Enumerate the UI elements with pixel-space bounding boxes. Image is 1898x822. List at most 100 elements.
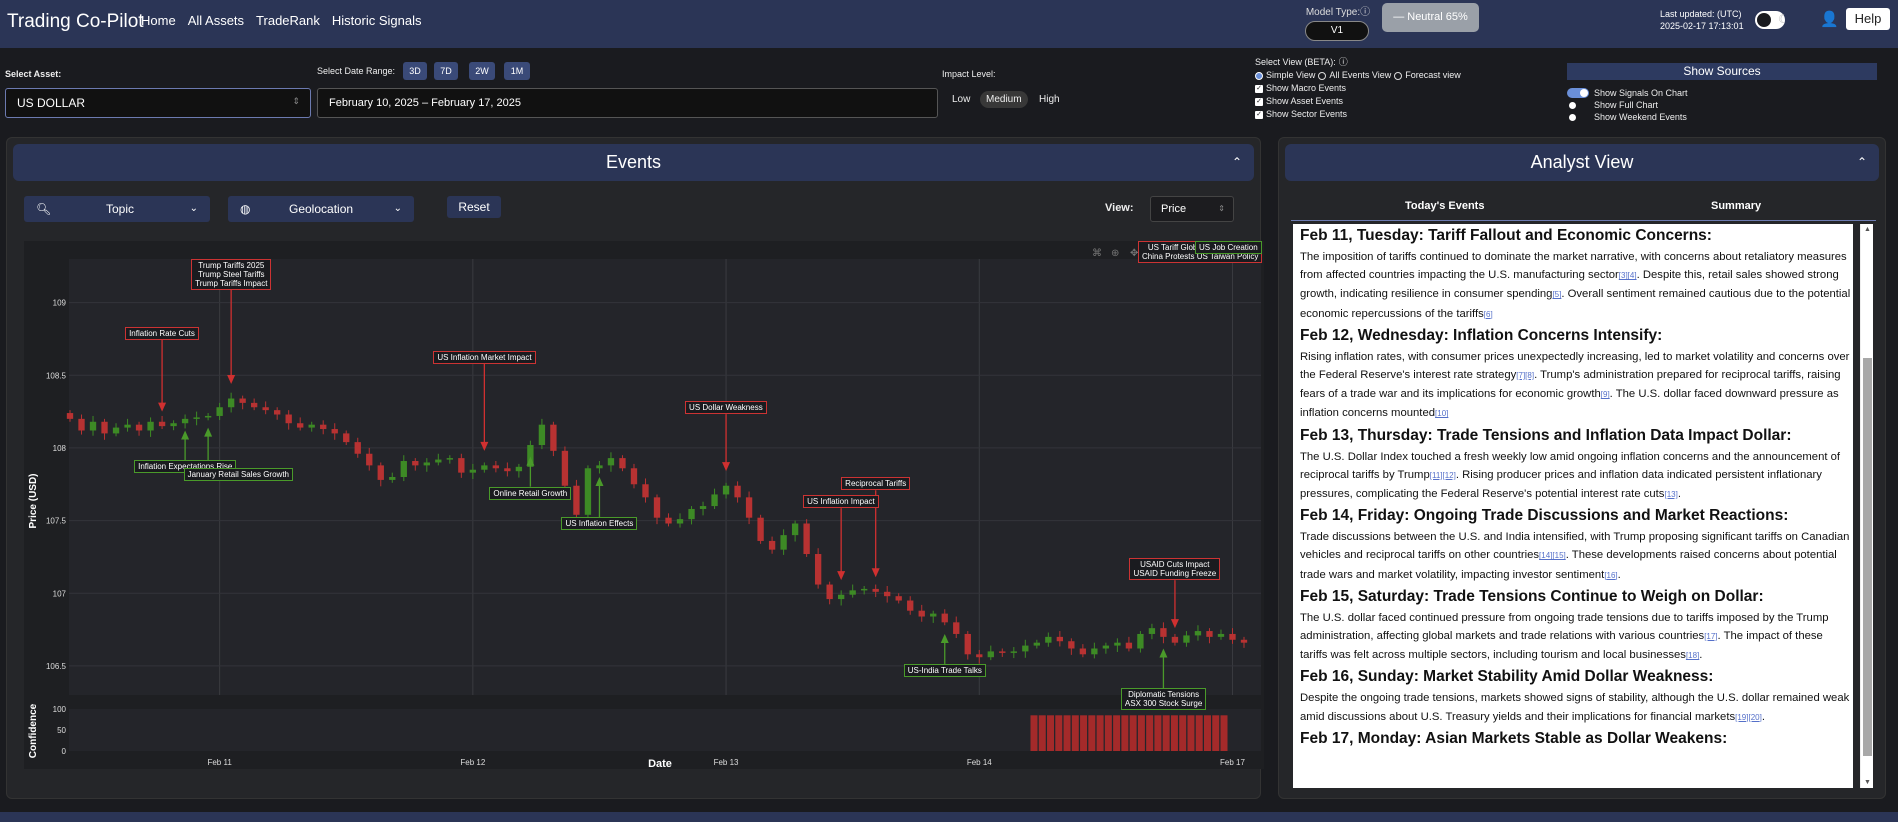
y-tick-label: 108.5 bbox=[46, 371, 67, 380]
scroll-up-icon[interactable]: ▲ bbox=[1864, 226, 1871, 233]
topic-filter[interactable]: 🔍︎ Topic ⌄ bbox=[24, 196, 210, 222]
citation-link[interactable]: [16] bbox=[1604, 571, 1617, 580]
reset-button[interactable]: Reset bbox=[447, 196, 501, 218]
user-icon[interactable]: 👤 bbox=[1820, 10, 1839, 30]
geolocation-filter[interactable]: ◍ Geolocation ⌄ bbox=[228, 196, 414, 222]
price-chart[interactable]: Feb 11 Feb 12 Feb 13 Feb 14 Feb 17 2025 109 108… bbox=[24, 241, 1264, 769]
macro-events-checkbox[interactable]: ✓ bbox=[1255, 84, 1263, 93]
scroll-down-icon[interactable]: ▼ bbox=[1864, 779, 1871, 786]
asset-select[interactable]: US DOLLAR ⇕ bbox=[5, 88, 311, 118]
summary-content[interactable]: Feb 11, Tuesday: Tariff Fallout and Econ… bbox=[1293, 224, 1853, 788]
range-1m-button[interactable]: 1M bbox=[504, 62, 530, 80]
signal-label-line: US Inflation Market Impact bbox=[437, 352, 532, 362]
bearish-signal-label[interactable]: Inflation Rate Cuts bbox=[125, 326, 199, 340]
confidence-bar bbox=[1063, 715, 1071, 751]
candle-body bbox=[1079, 648, 1087, 655]
help-button[interactable]: Help bbox=[1846, 8, 1890, 30]
summary-scrollbar[interactable]: ▲ ▼ bbox=[1860, 224, 1873, 788]
bullish-signal-label[interactable]: January Retail Sales Growth bbox=[183, 467, 293, 481]
confidence-bar bbox=[1129, 715, 1137, 751]
tab-underline bbox=[1291, 220, 1876, 221]
citation-link[interactable]: [6] bbox=[1484, 310, 1493, 319]
all-events-view-radio[interactable] bbox=[1318, 71, 1327, 80]
nav-home[interactable]: Home bbox=[141, 13, 176, 28]
nav-all-assets[interactable]: All Assets bbox=[188, 13, 244, 28]
candle-body bbox=[1022, 645, 1029, 652]
signal-label-line: US Inflation Effects bbox=[565, 519, 634, 528]
bearish-signal-label[interactable]: US Dollar Weakness bbox=[685, 401, 767, 415]
confidence-bar bbox=[1121, 715, 1129, 751]
chevron-up-icon[interactable]: ⌃ bbox=[1857, 144, 1867, 181]
bearish-signal-label[interactable]: US Inflation Impact bbox=[803, 495, 879, 509]
model-select[interactable]: V1 bbox=[1305, 21, 1369, 41]
confidence-bar bbox=[1162, 715, 1170, 751]
chevron-up-icon[interactable]: ⌃ bbox=[1232, 144, 1242, 181]
summary-paragraph: Rising inflation rates, with consumer pr… bbox=[1300, 348, 1852, 424]
candle-body bbox=[987, 651, 994, 658]
bullish-signal-label[interactable]: Online Retail Growth bbox=[489, 486, 572, 500]
citation-link[interactable]: [5] bbox=[1552, 290, 1561, 299]
weekend-events-toggle[interactable] bbox=[1569, 113, 1576, 121]
bullish-signal-label[interactable]: US Job Creation bbox=[1195, 241, 1262, 254]
tab-summary[interactable]: Summary bbox=[1711, 200, 1761, 212]
range-3d-button[interactable]: 3D bbox=[403, 62, 427, 80]
summary-heading: Feb 15, Saturday: Trade Tensions Continu… bbox=[1300, 587, 1764, 605]
sector-events-checkbox[interactable]: ✓ bbox=[1255, 110, 1263, 119]
simple-view-radio[interactable] bbox=[1255, 71, 1263, 80]
citation-link[interactable]: [10] bbox=[1435, 409, 1448, 418]
candle-body bbox=[976, 654, 983, 658]
citation-link[interactable]: [19][20] bbox=[1735, 713, 1762, 722]
citation-link[interactable]: [9] bbox=[1601, 390, 1610, 399]
candle-body bbox=[1125, 642, 1133, 649]
chart-view-select[interactable]: Price ⇕ bbox=[1150, 196, 1234, 222]
asset-events-checkbox[interactable]: ✓ bbox=[1255, 97, 1263, 106]
signal-label-line: ASX 300 Stock Surge bbox=[1124, 699, 1203, 709]
scrollbar-thumb[interactable] bbox=[1863, 358, 1872, 756]
citation-link[interactable]: [3][4] bbox=[1619, 271, 1637, 280]
candle-body bbox=[343, 433, 350, 443]
citation-link[interactable]: [7][8] bbox=[1516, 371, 1534, 380]
citation-link[interactable]: [11][12] bbox=[1430, 471, 1456, 480]
bearish-signal-label[interactable]: USAID Cuts Impact USAID Funding Freeze bbox=[1129, 558, 1221, 581]
impact-low[interactable]: Low bbox=[952, 94, 970, 105]
impact-medium[interactable]: Medium bbox=[980, 91, 1028, 108]
citation-link[interactable]: [13] bbox=[1664, 490, 1677, 499]
signals-on-chart-toggle[interactable] bbox=[1567, 88, 1589, 98]
events-header[interactable]: Events ⌃ bbox=[13, 144, 1254, 181]
nav-historic-signals[interactable]: Historic Signals bbox=[332, 13, 422, 28]
show-sources-button[interactable]: Show Sources bbox=[1567, 63, 1877, 80]
nav-traderank[interactable]: TradeRank bbox=[256, 13, 320, 28]
bearish-signal-label[interactable]: Trump Tariffs 2025 Trump Steel Tariffs Tru… bbox=[191, 259, 272, 290]
bullish-signal-label[interactable]: US Inflation Effects bbox=[561, 517, 638, 530]
range-2w-button[interactable]: 2W bbox=[469, 62, 495, 80]
candle-body bbox=[1033, 642, 1040, 646]
bearish-signal-label[interactable]: Reciprocal Tariffs bbox=[841, 477, 911, 491]
bullish-signal-label[interactable]: Diplomatic Tensions ASX 300 Stock Surge bbox=[1120, 688, 1207, 711]
forecast-view-radio[interactable] bbox=[1394, 71, 1403, 80]
candle-body bbox=[1148, 628, 1156, 634]
summary-paragraph: The U.S. dollar faced continued pressure… bbox=[1300, 609, 1852, 666]
full-chart-toggle[interactable] bbox=[1569, 101, 1576, 109]
candle-body bbox=[481, 465, 488, 470]
tab-todays-events[interactable]: Today's Events bbox=[1405, 200, 1484, 212]
bullish-signal-label[interactable]: US-India Trade Talks bbox=[903, 663, 986, 677]
candle-body bbox=[515, 466, 523, 472]
candle-body bbox=[389, 477, 396, 480]
range-7d-button[interactable]: 7D bbox=[434, 62, 458, 80]
signal-label-line: Diplomatic Tensions bbox=[1128, 690, 1200, 700]
confidence-bar bbox=[1154, 715, 1162, 751]
app-title[interactable]: Trading Co-Pilot bbox=[7, 11, 144, 33]
citation-link[interactable]: [17] bbox=[1704, 632, 1717, 641]
impact-high[interactable]: High bbox=[1039, 94, 1060, 105]
bearish-signal-label[interactable]: US Inflation Market Impact bbox=[433, 350, 536, 364]
candle-body bbox=[435, 459, 442, 463]
y-tick-label: 107 bbox=[53, 589, 67, 598]
candle-body bbox=[170, 423, 177, 427]
citation-link[interactable]: [14][15] bbox=[1539, 551, 1566, 560]
analyst-header[interactable]: Analyst View ⌃ bbox=[1285, 144, 1879, 181]
confidence-bar bbox=[1104, 715, 1112, 751]
summary-text: Despite the ongoing trade tensions, mark… bbox=[1300, 692, 1850, 723]
citation-link[interactable]: [18] bbox=[1686, 651, 1699, 660]
date-range-input[interactable]: February 10, 2025 – February 17, 2025 bbox=[317, 88, 938, 118]
candle-body bbox=[1045, 636, 1052, 643]
